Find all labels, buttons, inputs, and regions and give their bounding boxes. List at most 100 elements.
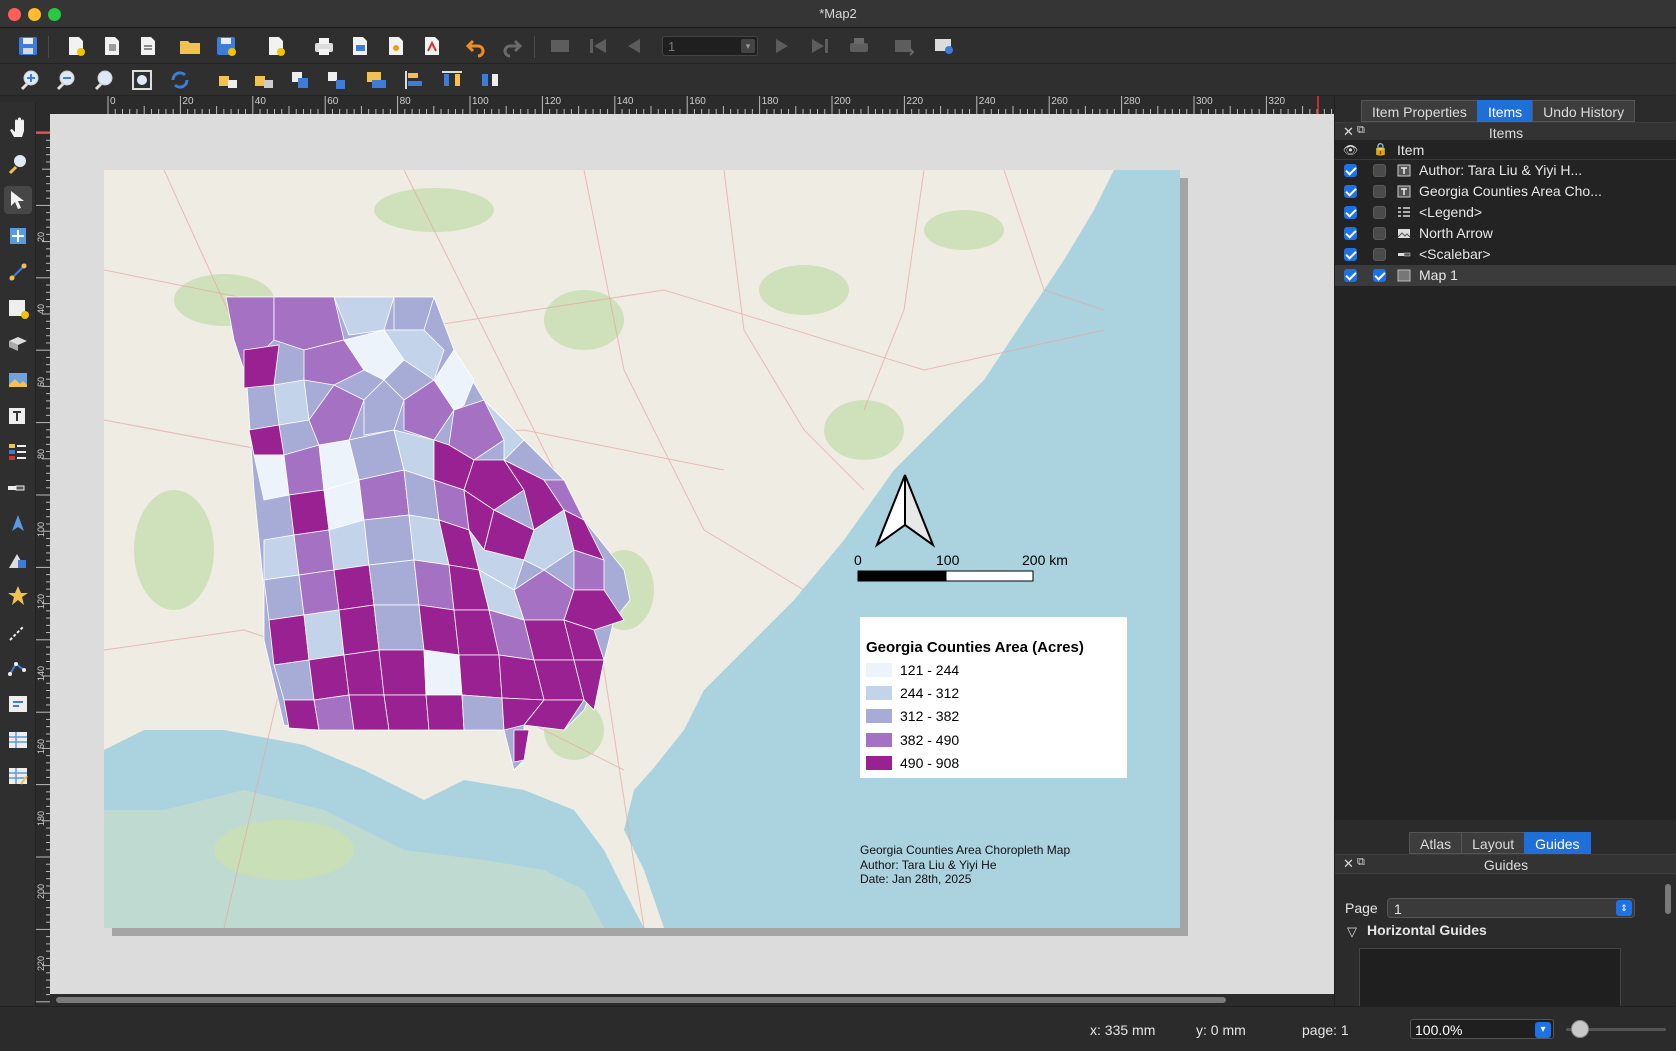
- chevron-down-icon[interactable]: ▾: [1535, 1022, 1551, 1038]
- lock-checkbox[interactable]: [1373, 164, 1386, 177]
- zoom-field[interactable]: 100.0% ▾: [1410, 1019, 1554, 1039]
- zoom-slider-handle[interactable]: [1571, 1020, 1589, 1038]
- edit-nodes-icon[interactable]: [4, 258, 32, 286]
- export-svg-icon[interactable]: [382, 32, 410, 60]
- add-fixed-table-icon[interactable]: [4, 762, 32, 790]
- vertical-ruler[interactable]: 20 40 60 80 100 120 140 160 180 200 220: [36, 114, 50, 1006]
- visibility-checkbox[interactable]: [1344, 185, 1357, 198]
- new-layout-icon[interactable]: [62, 32, 90, 60]
- lock-checkbox[interactable]: [1373, 185, 1386, 198]
- page-select[interactable]: 1 ⇕: [1387, 898, 1635, 918]
- layout-manager-icon[interactable]: [134, 32, 162, 60]
- tab-item-properties[interactable]: Item Properties: [1361, 100, 1478, 122]
- lock-checkbox[interactable]: [1373, 248, 1386, 261]
- unlock-items-icon[interactable]: [250, 66, 278, 94]
- layout-canvas[interactable]: 0 100 200 km Georgia Counties Area (Acre…: [50, 114, 1334, 994]
- page-add-icon[interactable]: [262, 32, 290, 60]
- add-arrow-icon[interactable]: [4, 618, 32, 646]
- ungroup-icon[interactable]: [322, 66, 350, 94]
- table-row[interactable]: <Scalebar>: [1335, 244, 1676, 265]
- select-icon[interactable]: [4, 186, 32, 214]
- tab-guides[interactable]: Guides: [1524, 832, 1591, 854]
- atlas-feature-combo[interactable]: 1 ▾: [662, 36, 758, 56]
- table-row[interactable]: Map 1: [1335, 265, 1676, 286]
- move-content-icon[interactable]: [4, 222, 32, 250]
- legend[interactable]: Georgia Counties Area (Acres) 121 - 244 …: [860, 617, 1127, 778]
- resize-icon[interactable]: [476, 66, 504, 94]
- add-nodes-icon[interactable]: [4, 654, 32, 682]
- layout-page[interactable]: 0 100 200 km Georgia Counties Area (Acre…: [104, 170, 1180, 928]
- horizontal-guides-header[interactable]: Horizontal Guides: [1367, 922, 1487, 938]
- visibility-checkbox[interactable]: [1344, 248, 1357, 261]
- horizontal-guides-list[interactable]: [1359, 948, 1621, 1006]
- zoom-tool-icon[interactable]: [4, 150, 32, 178]
- lock-checkbox[interactable]: [1373, 206, 1386, 219]
- lock-items-icon[interactable]: [214, 66, 242, 94]
- redo-icon[interactable]: [498, 32, 526, 60]
- table-row[interactable]: <Legend>: [1335, 202, 1676, 223]
- add-label-icon[interactable]: [4, 402, 32, 430]
- lock-checkbox[interactable]: [1373, 227, 1386, 240]
- item-column-header[interactable]: Item: [1397, 142, 1424, 158]
- add-scalebar-icon[interactable]: [4, 474, 32, 502]
- atlas-print-icon[interactable]: [845, 32, 873, 60]
- open-template-icon[interactable]: [176, 32, 204, 60]
- zoom-actual-icon[interactable]: [90, 66, 118, 94]
- visibility-checkbox[interactable]: [1344, 164, 1357, 177]
- eye-icon[interactable]: 👁: [1343, 143, 1358, 157]
- items-table[interactable]: 👁 🔒 Item Author: Tara Liu & Yiyi H... Ge…: [1335, 140, 1676, 820]
- save-template-icon[interactable]: [212, 32, 240, 60]
- duplicate-layout-icon[interactable]: [98, 32, 126, 60]
- add-marker-icon[interactable]: [4, 582, 32, 610]
- refresh-icon[interactable]: [166, 66, 194, 94]
- visibility-checkbox[interactable]: [1344, 269, 1357, 282]
- horizontal-ruler[interactable]: 0 20 40 60 80 100 120 140 160 180 200 220 240 260 280 3…: [36, 96, 1334, 114]
- table-row[interactable]: Author: Tara Liu & Yiyi H...: [1335, 160, 1676, 181]
- table-row[interactable]: North Arrow: [1335, 223, 1676, 244]
- pan-icon[interactable]: [4, 114, 32, 142]
- tab-items[interactable]: Items: [1476, 100, 1534, 122]
- scalebar[interactable]: [857, 570, 1034, 582]
- tab-atlas[interactable]: Atlas: [1409, 832, 1463, 854]
- add-legend-icon[interactable]: [4, 438, 32, 466]
- atlas-preview-icon[interactable]: [546, 32, 574, 60]
- visibility-checkbox[interactable]: [1344, 227, 1357, 240]
- zoom-full-icon[interactable]: [128, 66, 156, 94]
- undo-icon[interactable]: [462, 32, 490, 60]
- distribute-icon[interactable]: [438, 66, 466, 94]
- visibility-checkbox[interactable]: [1344, 206, 1357, 219]
- save-layout-icon[interactable]: [14, 32, 42, 60]
- export-pdf-icon[interactable]: [418, 32, 446, 60]
- group-icon[interactable]: [286, 66, 314, 94]
- lock-checkbox[interactable]: [1373, 269, 1386, 282]
- panel-scrollbar[interactable]: [1665, 884, 1671, 914]
- collapse-icon[interactable]: ▽: [1347, 924, 1357, 940]
- add-picture-icon[interactable]: [4, 366, 32, 394]
- print-icon[interactable]: [310, 32, 338, 60]
- add-html-icon[interactable]: [4, 690, 32, 718]
- first-feature-icon[interactable]: [584, 32, 612, 60]
- map-item[interactable]: [104, 170, 1180, 928]
- align-icon[interactable]: [400, 66, 428, 94]
- scrollbar-thumb[interactable]: [56, 997, 1226, 1003]
- tab-undo-history[interactable]: Undo History: [1532, 100, 1636, 122]
- atlas-export-icon[interactable]: [890, 32, 918, 60]
- atlas-settings-icon[interactable]: [930, 32, 958, 60]
- add-attribute-table-icon[interactable]: [4, 726, 32, 754]
- horizontal-scrollbar[interactable]: [50, 994, 1334, 1006]
- add-map-icon[interactable]: [4, 294, 32, 322]
- zoom-in-icon[interactable]: [16, 66, 44, 94]
- previous-feature-icon[interactable]: [620, 32, 648, 60]
- next-feature-icon[interactable]: [768, 32, 796, 60]
- last-feature-icon[interactable]: [806, 32, 834, 60]
- credits-label[interactable]: Georgia Counties Area Choropleth Map Aut…: [860, 843, 1070, 887]
- zoom-out-icon[interactable]: [52, 66, 80, 94]
- add-3d-map-icon[interactable]: [4, 330, 32, 358]
- add-north-arrow-icon[interactable]: [4, 510, 32, 538]
- lock-icon[interactable]: 🔒: [1373, 142, 1388, 156]
- raise-icon[interactable]: [362, 66, 390, 94]
- add-shape-icon[interactable]: [4, 546, 32, 574]
- export-image-icon[interactable]: [346, 32, 374, 60]
- table-row[interactable]: Georgia Counties Area Cho...: [1335, 181, 1676, 202]
- tab-layout[interactable]: Layout: [1461, 832, 1526, 854]
